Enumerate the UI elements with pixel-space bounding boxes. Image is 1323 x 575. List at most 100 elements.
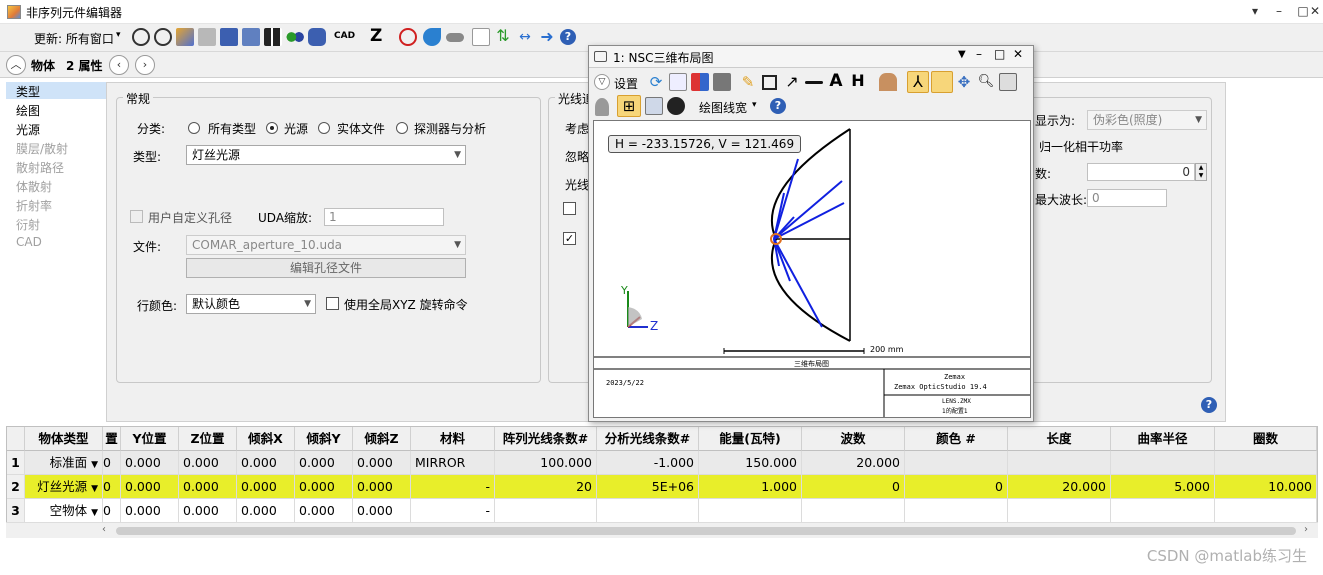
row-color-select[interactable]: 默认颜色 ▼: [186, 294, 316, 314]
next-object-icon[interactable]: ›: [135, 55, 155, 75]
cell-z[interactable]: 0.000: [179, 499, 237, 523]
cell-analysis-rays[interactable]: 5E+06: [597, 475, 699, 499]
col-header-analysis-rays[interactable]: 分析光线条数#: [597, 427, 699, 451]
refresh-icon[interactable]: ⟳: [647, 73, 665, 91]
tab-object[interactable]: 物体: [31, 57, 55, 74]
wizard-icon[interactable]: [176, 28, 194, 46]
cell-power[interactable]: 1.000: [699, 475, 802, 499]
cell-color[interactable]: [905, 451, 1008, 475]
cell-material[interactable]: -: [411, 475, 495, 499]
minimize-button[interactable]: –: [1268, 2, 1290, 20]
pencil-icon[interactable]: ✎: [739, 73, 757, 91]
cell-y[interactable]: 0.000: [121, 499, 179, 523]
chevron-down-icon[interactable]: ▼: [958, 49, 966, 60]
polygon-icon[interactable]: [308, 28, 326, 46]
cell-tilt-z[interactable]: 0.000: [353, 499, 411, 523]
col-header-color[interactable]: 颜色 #: [905, 427, 1008, 451]
cell-x[interactable]: 0: [103, 451, 121, 475]
cell-power[interactable]: 150.000: [699, 451, 802, 475]
save-icon[interactable]: [691, 73, 709, 91]
fit-icon[interactable]: [931, 71, 953, 93]
cube-icon[interactable]: [220, 28, 238, 46]
print-icon[interactable]: [713, 73, 731, 91]
document-icon[interactable]: [472, 28, 490, 46]
cell-color[interactable]: [905, 499, 1008, 523]
help-icon[interactable]: ?: [560, 29, 576, 45]
rotate-view-icon[interactable]: [879, 73, 897, 91]
refresh-all-icon[interactable]: [154, 28, 172, 46]
cell-layout-rays[interactable]: 20: [495, 475, 597, 499]
collapse-up-icon[interactable]: ︿: [6, 55, 26, 75]
cell-radius[interactable]: [1111, 451, 1215, 475]
cell-x[interactable]: 0: [103, 499, 121, 523]
cell-turns[interactable]: [1215, 499, 1317, 523]
cell-z[interactable]: 0.000: [179, 475, 237, 499]
col-header-z[interactable]: Z位置: [179, 427, 237, 451]
cell-tilt-y[interactable]: 0.000: [295, 451, 353, 475]
help-icon[interactable]: ?: [770, 98, 786, 114]
dimension-icon[interactable]: H: [849, 72, 867, 90]
reset-view-icon[interactable]: [999, 73, 1017, 91]
cell-length[interactable]: [1008, 499, 1111, 523]
radio-source[interactable]: [266, 122, 278, 134]
cell-power[interactable]: [699, 499, 802, 523]
row-number[interactable]: 3: [7, 499, 25, 523]
col-header-material[interactable]: 材料: [411, 427, 495, 451]
linewidth-dropdown[interactable]: 绘图线宽: [699, 99, 747, 116]
cell-turns[interactable]: [1215, 451, 1317, 475]
cell-y[interactable]: 0.000: [121, 475, 179, 499]
copy-icon[interactable]: [669, 73, 687, 91]
axes-icon[interactable]: ⅄: [907, 71, 929, 93]
cell-layout-rays[interactable]: 100.000: [495, 451, 597, 475]
col-header-tilt-y[interactable]: 倾斜Y: [295, 427, 353, 451]
nav-item-source[interactable]: 光源: [16, 121, 40, 138]
col-header-length[interactable]: 长度: [1008, 427, 1111, 451]
lock-icon[interactable]: [595, 98, 609, 116]
col-header-tilt-z[interactable]: 倾斜Z: [353, 427, 411, 451]
prev-object-icon[interactable]: ‹: [109, 55, 129, 75]
global-xyz-checkbox[interactable]: [326, 297, 339, 310]
pan-icon[interactable]: ✥: [955, 73, 973, 91]
scroll-left-icon[interactable]: ‹: [102, 524, 106, 535]
col-header-waves[interactable]: 波数: [802, 427, 905, 451]
nav-item-type[interactable]: 类型: [16, 83, 40, 100]
cubes-icon[interactable]: [242, 28, 260, 46]
radio-detector[interactable]: [396, 122, 408, 134]
cell-color[interactable]: 0: [905, 475, 1008, 499]
raytrace-checkbox-1[interactable]: [563, 202, 576, 215]
cell-tilt-x[interactable]: 0.000: [237, 499, 295, 523]
close-button[interactable]: ✕: [1304, 2, 1323, 20]
line-icon[interactable]: [805, 81, 823, 84]
refresh-icon[interactable]: [132, 28, 150, 46]
undo-icon[interactable]: [423, 28, 441, 46]
cell-material[interactable]: -: [411, 499, 495, 523]
window-copy-icon[interactable]: [645, 97, 663, 115]
cad-dropdown[interactable]: CAD: [334, 31, 355, 41]
minimize-button[interactable]: –: [976, 47, 982, 61]
col-header-tilt-x[interactable]: 倾斜X: [237, 427, 295, 451]
col-header-y[interactable]: Y位置: [121, 427, 179, 451]
cell-tilt-z[interactable]: 0.000: [353, 451, 411, 475]
cell-length[interactable]: 20.000: [1008, 475, 1111, 499]
cell-radius[interactable]: [1111, 499, 1215, 523]
cell-tilt-y[interactable]: 0.000: [295, 499, 353, 523]
col-header-x[interactable]: 置: [103, 427, 121, 451]
scroll-thumb[interactable]: [116, 527, 1296, 535]
type-select[interactable]: 灯丝光源 ▼: [186, 145, 466, 165]
text-icon[interactable]: A: [827, 72, 845, 90]
num-input[interactable]: 0: [1087, 163, 1195, 181]
cell-waves[interactable]: 20.000: [802, 451, 905, 475]
cell-tilt-y[interactable]: 0.000: [295, 475, 353, 499]
col-header-turns[interactable]: 圈数: [1215, 427, 1317, 451]
cell-z[interactable]: 0.000: [179, 451, 237, 475]
settings-toggle-icon[interactable]: ▽: [594, 74, 610, 90]
cell-tilt-x[interactable]: 0.000: [237, 475, 295, 499]
cell-y[interactable]: 0.000: [121, 451, 179, 475]
cell-type[interactable]: 灯丝光源 ▼: [25, 475, 103, 499]
scroll-right-icon[interactable]: ›: [1304, 524, 1308, 535]
cell-x[interactable]: 0: [103, 475, 121, 499]
z-dropdown[interactable]: Z: [370, 26, 382, 46]
swap-icon[interactable]: ⇅: [494, 28, 512, 46]
radio-all-types[interactable]: [188, 122, 200, 134]
zoom-icon[interactable]: 🔍︎: [977, 73, 995, 91]
